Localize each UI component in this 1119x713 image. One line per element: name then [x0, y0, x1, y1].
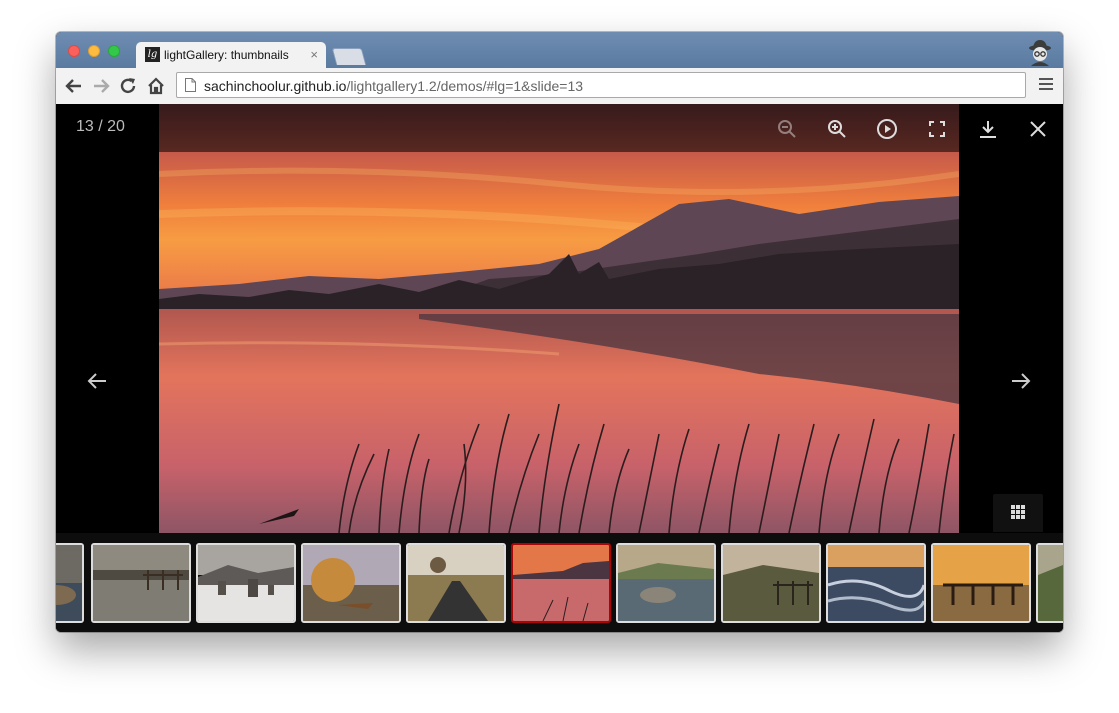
tab-active[interactable]: lg lightGallery: thumbnails ×	[136, 42, 326, 68]
minimize-window-button[interactable]	[88, 45, 100, 57]
thumbnail-strip	[56, 533, 1063, 632]
maximize-window-button[interactable]	[108, 45, 120, 57]
thumbnail-green-hills[interactable]	[1036, 543, 1063, 623]
sunset-lake-image	[159, 104, 959, 533]
lightgallery-viewer: 13 / 20	[56, 104, 1063, 632]
browser-menu-icon[interactable]	[1039, 78, 1053, 92]
current-slide-image[interactable]	[159, 104, 959, 533]
grid-icon	[1011, 505, 1025, 519]
autoplay-icon[interactable]	[876, 118, 898, 140]
tab-bar: lg lightGallery: thumbnails ×	[56, 32, 1063, 68]
back-icon[interactable]	[64, 76, 84, 96]
zoom-in-icon[interactable]	[826, 118, 848, 140]
zoom-out-icon[interactable]	[776, 118, 798, 140]
fullscreen-icon[interactable]	[926, 118, 948, 140]
url-host: sachinchoolur.github.io	[204, 78, 347, 94]
thumbnail-sunset-lake[interactable]	[511, 543, 611, 623]
slide-counter: 13 / 20	[76, 118, 125, 135]
download-icon[interactable]	[977, 118, 999, 140]
thumbnail-flooded-fence[interactable]	[91, 543, 191, 623]
tab-close-button[interactable]: ×	[310, 47, 318, 62]
incognito-icon	[1029, 40, 1051, 66]
arrow-right-icon[interactable]	[1008, 368, 1034, 394]
new-tab-button[interactable]	[331, 48, 367, 65]
thumbnail-snowy-stone-circle[interactable]	[196, 543, 296, 623]
forward-icon[interactable]	[91, 76, 111, 96]
home-icon[interactable]	[146, 76, 166, 96]
thumbnail-jetty-sunset[interactable]	[931, 543, 1031, 623]
thumbnail-tree-lined-path[interactable]	[406, 543, 506, 623]
page-icon	[185, 78, 196, 92]
address-bar[interactable]: sachinchoolur.github.io/lightgallery1.2/…	[176, 72, 1026, 98]
thumbnail-toggle-button[interactable]	[993, 494, 1043, 532]
close-window-button[interactable]	[68, 45, 80, 57]
arrow-left-icon[interactable]	[84, 368, 110, 394]
url-path: /lightgallery1.2/demos/#lg=1&slide=13	[346, 78, 584, 94]
browser-window: lg lightGallery: thumbnails × sachinchoo…	[56, 32, 1063, 632]
thumbnail-autumn-tree-boat[interactable]	[301, 543, 401, 623]
browser-toolbar: sachinchoolur.github.io/lightgallery1.2/…	[56, 68, 1063, 105]
tab-title: lightGallery: thumbnails	[164, 48, 289, 62]
reload-icon[interactable]	[118, 76, 138, 96]
thumbnail-gate-valley[interactable]	[721, 543, 821, 623]
thumbnail-waves-shore[interactable]	[826, 543, 926, 623]
thumbnail-reflection-rocks[interactable]	[56, 543, 84, 623]
lightgallery-favicon-icon: lg	[145, 47, 160, 62]
close-icon[interactable]	[1027, 118, 1049, 140]
thumbnail-lake-rocks[interactable]	[616, 543, 716, 623]
url-text: sachinchoolur.github.io/lightgallery1.2/…	[204, 78, 583, 94]
